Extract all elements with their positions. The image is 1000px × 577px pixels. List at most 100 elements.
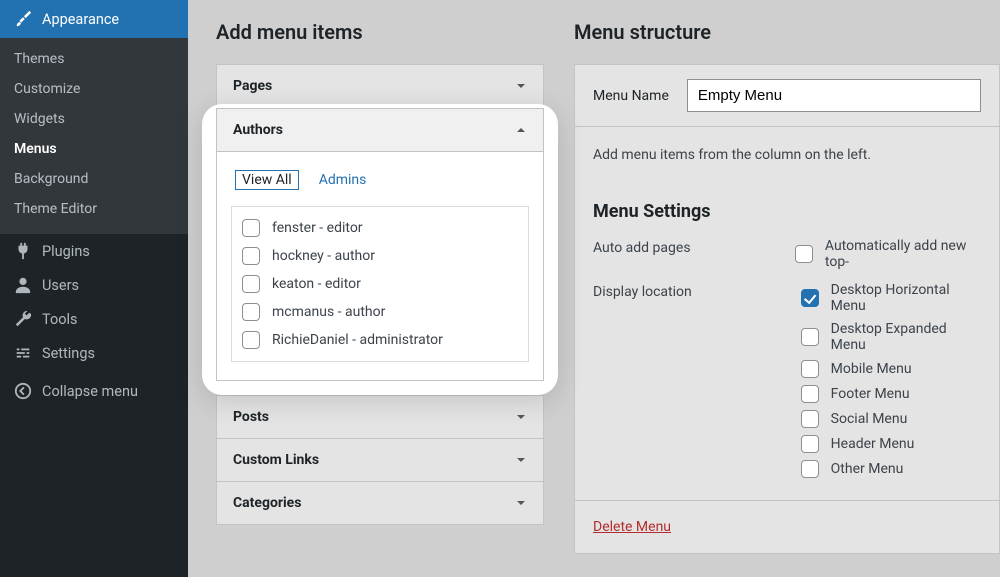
author-label: mcmanus - author: [272, 304, 385, 320]
menu-name-label: Menu Name: [593, 88, 669, 104]
meta-box-custom-links: Custom Links: [216, 439, 544, 482]
checkbox[interactable]: [801, 328, 819, 346]
location-option[interactable]: Footer Menu: [801, 385, 981, 403]
meta-box-pages-toggle[interactable]: Pages: [217, 65, 543, 107]
meta-box-authors-body: View All Admins fenster - editor hockney…: [217, 151, 543, 380]
checkbox[interactable]: [801, 460, 819, 478]
authors-list: fenster - editor hockney - author keaton…: [231, 206, 529, 362]
meta-box-authors-highlight: Authors View All Admins fenster - editor…: [216, 108, 544, 381]
sidebar-sub-menus[interactable]: Menus: [0, 134, 188, 164]
auto-add-option-label: Automatically add new top-: [825, 238, 981, 270]
meta-box-posts-toggle[interactable]: Posts: [217, 396, 543, 438]
checkbox[interactable]: [242, 303, 260, 321]
add-menu-items-column: Add menu items Pages Authors View All: [216, 20, 544, 557]
sidebar-sub-themes[interactable]: Themes: [0, 44, 188, 74]
location-option[interactable]: Other Menu: [801, 460, 981, 478]
delete-menu-link[interactable]: Delete Menu: [593, 519, 671, 535]
meta-box-authors-label: Authors: [233, 122, 283, 138]
author-item[interactable]: mcmanus - author: [242, 303, 518, 321]
location-option[interactable]: Desktop Expanded Menu: [801, 321, 981, 353]
location-option[interactable]: Desktop Horizontal Menu: [801, 282, 981, 314]
checkbox[interactable]: [795, 245, 813, 263]
author-item[interactable]: RichieDaniel - administrator: [242, 331, 518, 349]
tab-admins[interactable]: Admins: [315, 170, 371, 190]
chevron-down-icon: [515, 80, 527, 92]
display-location-options: Desktop Horizontal Menu Desktop Expanded…: [801, 282, 981, 478]
checkbox[interactable]: [801, 410, 819, 428]
sidebar-sub-widgets[interactable]: Widgets: [0, 104, 188, 134]
menu-name-input[interactable]: [687, 79, 981, 112]
meta-box-categories-toggle[interactable]: Categories: [217, 482, 543, 524]
menu-structure-title: Menu structure: [574, 20, 1000, 44]
checkbox[interactable]: [801, 435, 819, 453]
auto-add-row: Auto add pages Automatically add new top…: [593, 238, 981, 270]
sidebar-collapse[interactable]: Collapse menu: [0, 374, 188, 408]
location-label: Header Menu: [831, 436, 915, 452]
user-icon: [14, 276, 32, 294]
sidebar-submenu-appearance: Themes Customize Widgets Menus Backgroun…: [0, 38, 188, 234]
menu-structure-column: Menu structure Menu Name Add menu items …: [574, 20, 1000, 557]
sidebar-item-label: Plugins: [42, 243, 90, 260]
display-location-label: Display location: [593, 282, 801, 300]
meta-box-authors: Authors View All Admins fenster - editor…: [216, 108, 544, 381]
sidebar-item-settings[interactable]: Settings: [0, 336, 188, 370]
location-option[interactable]: Social Menu: [801, 410, 981, 428]
sidebar-item-plugins[interactable]: Plugins: [0, 234, 188, 268]
checkbox[interactable]: [801, 360, 819, 378]
author-item[interactable]: fenster - editor: [242, 219, 518, 237]
location-label: Other Menu: [831, 461, 904, 477]
author-item[interactable]: hockney - author: [242, 247, 518, 265]
menu-settings-title: Menu Settings: [593, 201, 981, 222]
add-menu-items-title: Add menu items: [216, 20, 544, 44]
authors-tab-row: View All Admins: [231, 170, 529, 190]
auto-add-option[interactable]: Automatically add new top-: [795, 238, 981, 270]
meta-box-categories-label: Categories: [233, 495, 301, 511]
sidebar-item-label: Tools: [42, 311, 78, 328]
chevron-down-icon: [515, 411, 527, 423]
admin-sidebar: Appearance Themes Customize Widgets Menu…: [0, 0, 188, 577]
tab-view-all[interactable]: View All: [235, 170, 299, 190]
chevron-down-icon: [515, 454, 527, 466]
checkbox[interactable]: [242, 219, 260, 237]
author-item[interactable]: keaton - editor: [242, 275, 518, 293]
location-label: Mobile Menu: [831, 361, 912, 377]
sidebar-collapse-label: Collapse menu: [42, 383, 138, 400]
location-label: Desktop Expanded Menu: [831, 321, 981, 353]
chevron-up-icon: [515, 124, 527, 136]
location-label: Social Menu: [831, 411, 908, 427]
chevron-down-icon: [515, 497, 527, 509]
menu-body: Add menu items from the column on the le…: [575, 127, 999, 500]
sidebar-item-label: Settings: [42, 345, 95, 362]
meta-box-custom-links-label: Custom Links: [233, 452, 319, 468]
wrench-icon: [14, 310, 32, 328]
content-area: Add menu items Pages Authors View All: [188, 0, 1000, 577]
author-label: hockney - author: [272, 248, 375, 264]
sidebar-item-users[interactable]: Users: [0, 268, 188, 302]
checkbox[interactable]: [242, 275, 260, 293]
sidebar-item-label: Appearance: [42, 11, 119, 28]
sidebar-sub-customize[interactable]: Customize: [0, 74, 188, 104]
author-label: RichieDaniel - administrator: [272, 332, 443, 348]
author-label: fenster - editor: [272, 220, 363, 236]
location-label: Footer Menu: [831, 386, 910, 402]
meta-box-categories: Categories: [216, 482, 544, 525]
location-option[interactable]: Mobile Menu: [801, 360, 981, 378]
meta-box-authors-toggle[interactable]: Authors: [217, 109, 543, 151]
checkbox[interactable]: [801, 289, 819, 307]
checkbox[interactable]: [242, 331, 260, 349]
sidebar-item-label: Users: [42, 277, 79, 294]
brush-icon: [14, 10, 32, 28]
menu-empty-hint: Add menu items from the column on the le…: [593, 147, 981, 163]
sidebar-sub-theme-editor[interactable]: Theme Editor: [0, 194, 188, 224]
checkbox[interactable]: [242, 247, 260, 265]
menu-footer: Delete Menu: [575, 500, 999, 553]
collapse-icon: [14, 382, 32, 400]
meta-box-posts: Posts: [216, 395, 544, 439]
meta-box-custom-links-toggle[interactable]: Custom Links: [217, 439, 543, 481]
sidebar-item-tools[interactable]: Tools: [0, 302, 188, 336]
checkbox[interactable]: [801, 385, 819, 403]
sidebar-item-appearance[interactable]: Appearance: [0, 0, 188, 38]
display-location-row: Display location Desktop Horizontal Menu…: [593, 282, 981, 478]
sidebar-sub-background[interactable]: Background: [0, 164, 188, 194]
location-option[interactable]: Header Menu: [801, 435, 981, 453]
